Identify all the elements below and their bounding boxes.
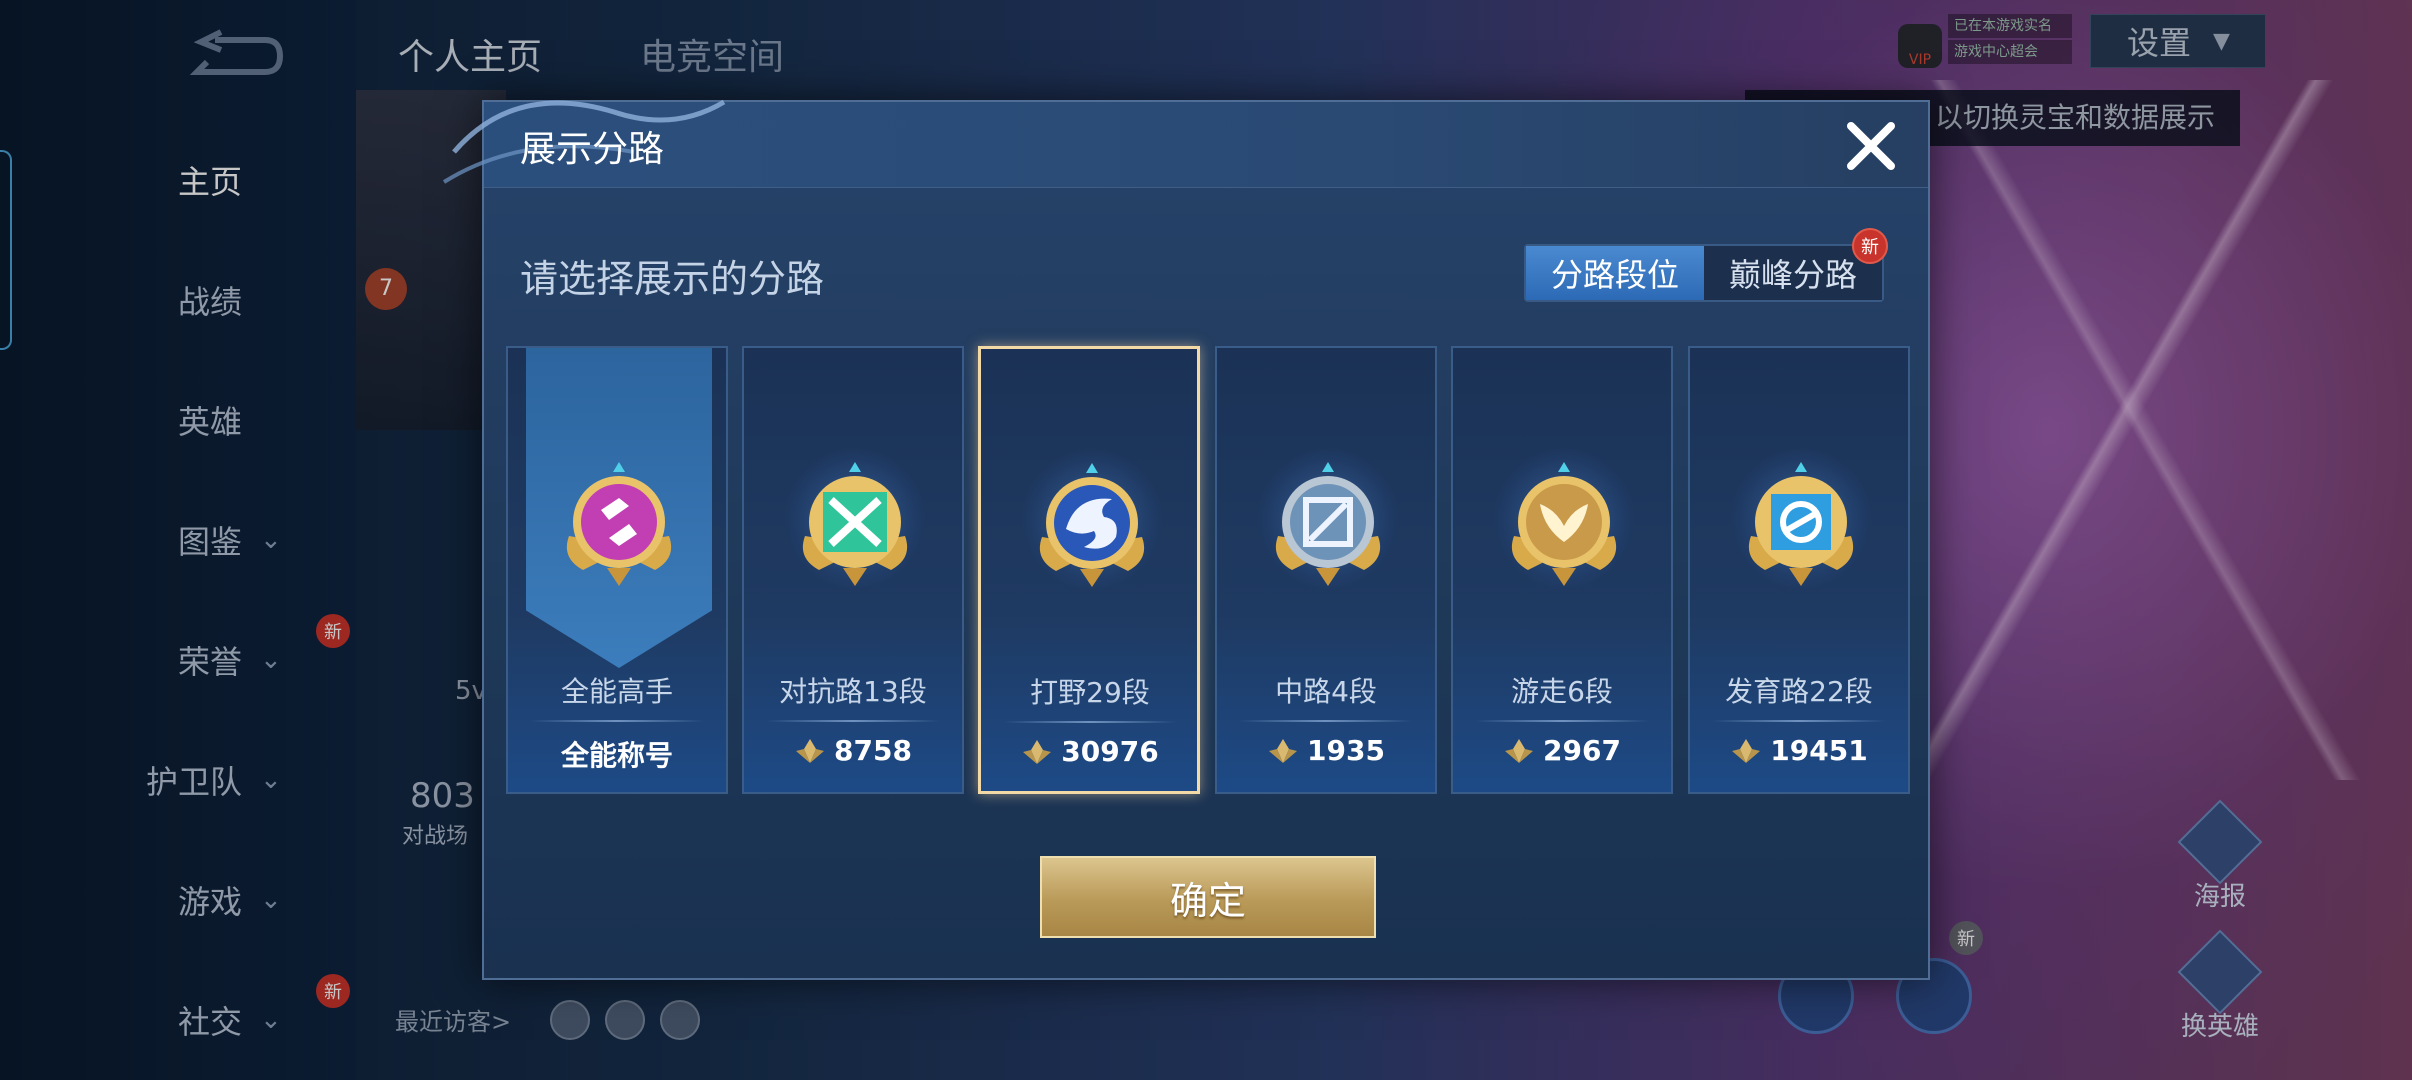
tab-peak-lane[interactable]: 巅峰分路 新 [1704, 228, 1888, 300]
clash-lane-emblem-icon [795, 458, 915, 590]
lane-tab-group: 分路段位 巅峰分路 新 [1524, 228, 1888, 302]
card-divider [766, 720, 940, 722]
dialog-title: 展示分路 [520, 129, 665, 170]
lane-card-value-text: 2967 [1543, 734, 1621, 767]
score-icon [1267, 737, 1299, 765]
display-lane-dialog: 展示分路 请选择展示的分路 分路段位 巅峰分路 新 全能高手 全能称号 对抗路13段… [442, 99, 1930, 980]
mid-lane-emblem-icon [1268, 458, 1388, 590]
card-divider [1239, 720, 1413, 722]
lane-card[interactable]: 中路4段 1935 [1215, 346, 1437, 794]
tab-label: 巅峰分路 [1728, 256, 1857, 294]
lane-card-name: 中路4段 [1275, 675, 1377, 708]
close-button[interactable] [1841, 116, 1901, 176]
card-divider [1712, 720, 1886, 722]
lane-card-value-text: 1935 [1307, 734, 1385, 767]
lane-card-value: 2967 [1453, 734, 1671, 767]
lane-card-value: 19451 [1690, 734, 1908, 767]
lane-card-value-text: 8758 [834, 734, 912, 767]
card-divider [530, 720, 704, 722]
lane-card-value: 30976 [981, 735, 1199, 768]
score-icon [794, 737, 826, 765]
lane-card-value-text: 19451 [1770, 734, 1868, 767]
lane-card-name: 全能高手 [560, 675, 673, 708]
new-badge: 新 [1852, 228, 1888, 264]
lane-card[interactable]: 打野29段 30976 [978, 346, 1200, 794]
lane-card-value: 全能称号 [508, 734, 726, 774]
lane-card-name: 对抗路13段 [779, 675, 927, 708]
lane-card-name: 打野29段 [1030, 676, 1150, 709]
lane-card-value: 1935 [1217, 734, 1435, 767]
score-icon [1730, 737, 1762, 765]
dialog-header: 展示分路 [442, 99, 1928, 188]
lane-card-value-text: 全能称号 [560, 739, 673, 772]
lane-card-value-text: 30976 [1061, 735, 1159, 768]
lane-card[interactable]: 发育路22段 19451 [1688, 346, 1910, 794]
lane-card[interactable]: 对抗路13段 8758 [742, 346, 964, 794]
lane-card[interactable]: 全能高手 全能称号 [506, 346, 728, 794]
confirm-button[interactable]: 确定 [1040, 856, 1376, 938]
score-icon [1503, 737, 1535, 765]
all-round-emblem-icon [559, 458, 679, 590]
lane-card-name: 游走6段 [1511, 675, 1613, 708]
lane-card-list: 全能高手 全能称号 对抗路13段 8758 打野29段 30976 中路4段 1935 游走6段… [506, 346, 1910, 794]
dialog-subtitle: 请选择展示的分路 [520, 257, 825, 301]
lane-card[interactable]: 游走6段 2967 [1451, 346, 1673, 794]
close-icon [1847, 122, 1895, 170]
farm-lane-emblem-icon [1741, 458, 1861, 590]
card-divider [1475, 720, 1649, 722]
lane-card-name: 发育路22段 [1725, 675, 1873, 708]
card-divider [1003, 721, 1177, 723]
roam-wings-emblem-icon [1504, 458, 1624, 590]
tab-lane-rank[interactable]: 分路段位 [1526, 246, 1704, 300]
lane-card-value: 8758 [744, 734, 962, 767]
jungle-dragon-emblem-icon [1032, 459, 1152, 591]
score-icon [1021, 738, 1053, 766]
tab-label: 分路段位 [1550, 256, 1679, 294]
